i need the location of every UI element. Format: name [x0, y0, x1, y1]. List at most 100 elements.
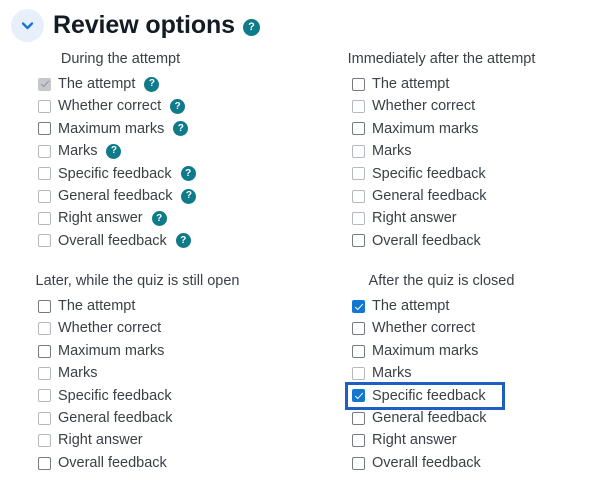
option-row[interactable]: Specific feedback [38, 385, 299, 407]
checkbox-specific-feedback [352, 167, 365, 181]
checkbox-marks [352, 144, 365, 158]
option-row[interactable]: Whether correct? [38, 95, 299, 117]
option-label: Whether correct [58, 98, 162, 115]
option-row[interactable]: Specific feedback? [38, 163, 299, 185]
option-row[interactable]: The attempt [352, 295, 598, 317]
help-circle-icon[interactable]: ? [175, 233, 191, 249]
checkbox-general-feedback [38, 189, 51, 203]
option-row[interactable]: Marks? [38, 140, 299, 162]
checkbox-whether-correct[interactable] [352, 322, 365, 336]
option-row[interactable]: Whether correct [352, 95, 598, 117]
option-row[interactable]: Marks [352, 140, 598, 162]
option-label: The attempt [58, 75, 136, 92]
option-label: The attempt [58, 298, 136, 315]
option-row[interactable]: Whether correct [38, 318, 299, 340]
group-heading-later-while-open: Later, while the quiz is still open [35, 273, 240, 290]
checkbox-maximum-marks[interactable] [38, 344, 51, 358]
option-label: Marks [372, 365, 412, 382]
option-label: Marks [372, 143, 412, 160]
option-row[interactable]: The attempt? [38, 73, 299, 95]
review-group-during-attempt: During the attempt The attempt? Whether c… [0, 51, 299, 252]
option-row[interactable]: Maximum marks [352, 118, 598, 140]
review-group-after-quiz-closed: After the quiz is closed The attempt Whet… [299, 273, 598, 474]
option-list-later-while-open: The attempt Whether correct Maximum marks M… [0, 295, 299, 474]
checkbox-the-attempt[interactable] [352, 299, 365, 313]
option-label: The attempt [372, 75, 450, 92]
chevron-down-icon [19, 17, 36, 34]
checkbox-whether-correct [38, 322, 51, 336]
checkbox-the-attempt[interactable] [352, 77, 365, 91]
checkbox-overall-feedback[interactable] [352, 234, 365, 248]
option-row[interactable]: Marks [352, 362, 598, 384]
option-label: Right answer [58, 210, 143, 227]
option-label: General feedback [58, 410, 173, 427]
checkbox-marks [38, 366, 51, 380]
option-row[interactable]: Right answer? [38, 207, 299, 229]
option-row[interactable]: Overall feedback [352, 230, 598, 252]
option-row[interactable]: General feedback? [38, 185, 299, 207]
option-row[interactable]: Maximum marks? [38, 118, 299, 140]
option-row[interactable]: Overall feedback [38, 452, 299, 474]
option-row[interactable]: Maximum marks [352, 340, 598, 362]
checkbox-maximum-marks[interactable] [352, 344, 365, 358]
help-circle-icon[interactable]: ? [180, 166, 196, 182]
option-label: Right answer [372, 432, 457, 449]
option-row[interactable]: Overall feedback [352, 452, 598, 474]
help-circle-icon[interactable]: ? [106, 143, 122, 159]
option-label: Marks [58, 365, 98, 382]
review-group-later-while-open: Later, while the quiz is still open The … [0, 273, 299, 474]
checkbox-general-feedback[interactable] [352, 411, 365, 425]
checkbox-overall-feedback[interactable] [38, 456, 51, 470]
checkbox-right-answer [38, 212, 51, 226]
option-label: Right answer [58, 432, 143, 449]
option-label: Marks [58, 143, 98, 160]
option-label: General feedback [58, 187, 173, 204]
group-heading-during-attempt: During the attempt [60, 51, 181, 67]
option-row[interactable]: The attempt [352, 73, 598, 95]
option-row[interactable]: Right answer [352, 429, 598, 451]
help-circle-icon[interactable]: ? [181, 188, 197, 204]
help-circle-icon[interactable]: ? [170, 99, 186, 115]
option-label: Whether correct [58, 320, 162, 337]
option-row[interactable]: Marks [38, 362, 299, 384]
checkbox-specific-feedback [38, 389, 51, 403]
option-label: Whether correct [372, 320, 476, 337]
page-title: Review options [53, 11, 235, 39]
option-label: Specific feedback [58, 387, 172, 404]
option-label: Overall feedback [372, 454, 481, 471]
help-circle-icon[interactable]: ? [242, 19, 260, 36]
option-row[interactable]: The attempt [38, 295, 299, 317]
option-label: Overall feedback [58, 454, 167, 471]
option-label: Maximum marks [372, 120, 479, 137]
option-row[interactable]: General feedback [38, 407, 299, 429]
option-label: Whether correct [372, 98, 476, 115]
option-label: Maximum marks [58, 120, 165, 137]
option-row[interactable]: Specific feedback [345, 381, 505, 411]
option-row[interactable]: General feedback [352, 407, 598, 429]
checkbox-maximum-marks[interactable] [352, 122, 365, 136]
checkbox-the-attempt[interactable] [38, 299, 51, 313]
help-circle-icon[interactable]: ? [151, 211, 167, 227]
option-label: General feedback [372, 410, 487, 427]
checkbox-specific-feedback[interactable] [352, 389, 365, 403]
checkbox-whether-correct [38, 100, 51, 114]
help-circle-icon[interactable]: ? [173, 121, 189, 137]
checkbox-whether-correct [352, 100, 365, 114]
option-list-immediately-after: The attempt Whether correct Maximum marks M… [299, 73, 598, 252]
checkbox-maximum-marks[interactable] [38, 122, 51, 136]
collapse-section-toggle[interactable] [11, 9, 44, 42]
option-row[interactable]: Overall feedback? [38, 230, 299, 252]
option-row[interactable]: Right answer [352, 207, 598, 229]
checkbox-overall-feedback[interactable] [352, 456, 365, 470]
option-row[interactable]: Whether correct [352, 318, 598, 340]
option-row[interactable]: Right answer [38, 429, 299, 451]
option-row[interactable]: Specific feedback [352, 163, 598, 185]
checkbox-right-answer[interactable] [352, 434, 365, 448]
help-circle-icon[interactable]: ? [144, 76, 160, 92]
group-heading-immediately-after: Immediately after the attempt [347, 51, 536, 67]
option-row[interactable]: General feedback [352, 185, 598, 207]
checkbox-general-feedback [352, 189, 365, 203]
option-row[interactable]: Maximum marks [38, 340, 299, 362]
checkbox-marks [38, 144, 51, 158]
option-label: Overall feedback [372, 232, 481, 249]
